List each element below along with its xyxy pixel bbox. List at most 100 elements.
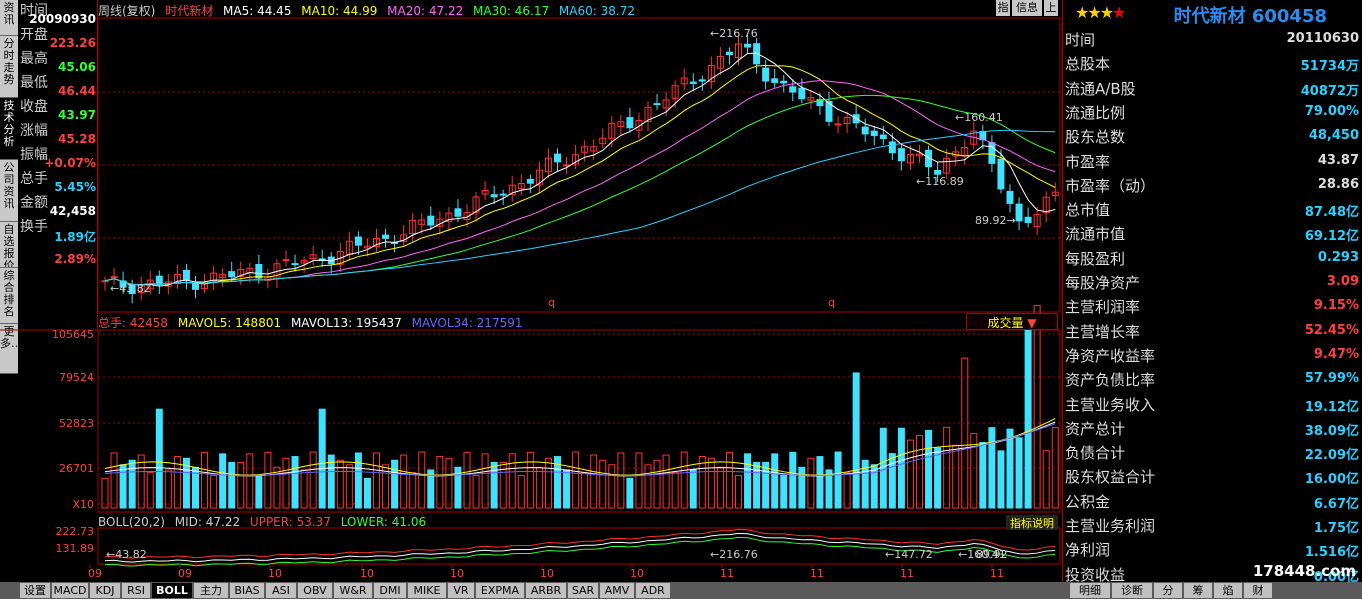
candle-body — [291, 263, 299, 266]
mavol5-line — [104, 418, 1056, 476]
volume-bar — [789, 451, 797, 509]
fund-row: 流通A/B股 40872万 — [1063, 75, 1361, 99]
mavol13-label: MAVOL13: 195437 — [290, 316, 402, 330]
volume-bar — [264, 451, 272, 509]
kline-chart[interactable]: 105645 79524 52823 26701 X10 222.73 131.89 ←216… — [0, 0, 1062, 582]
up-button[interactable]: 上 — [1044, 0, 1058, 16]
volume-bar — [300, 469, 308, 509]
volume-bar — [879, 427, 887, 509]
volume-bar — [1015, 437, 1023, 509]
indicator-tab-boll[interactable]: BOLL — [152, 583, 192, 598]
indicator-tab-[interactable]: 设置 — [20, 583, 50, 598]
candle-body — [698, 79, 706, 82]
volume-bar — [210, 475, 218, 509]
panel-tab-3[interactable]: 筹 — [1184, 583, 1212, 598]
fund-value: 0.293 — [1317, 249, 1359, 265]
fund-row: 资产负债比率 57.99% — [1063, 366, 1361, 390]
candle-body — [382, 234, 390, 239]
volume-bar — [463, 451, 471, 509]
volume-bar — [816, 456, 824, 509]
ma20-line — [104, 80, 1056, 286]
indicator-help-button[interactable]: 指标说明 — [1006, 515, 1058, 530]
volume-bar — [544, 457, 552, 509]
panel-tab-2[interactable]: 分 — [1154, 583, 1182, 598]
fund-row: 公积金 6.67亿 — [1063, 488, 1361, 512]
indicator-tab-dmi[interactable]: DMI — [374, 583, 406, 598]
indicator-select[interactable]: 成交量 ▼ — [966, 313, 1058, 330]
boll-annotation: 89.92 — [976, 548, 1008, 561]
indicator-tab-asi[interactable]: ASI — [266, 583, 296, 598]
panel-tab-4[interactable]: 焰 — [1214, 583, 1242, 598]
indicator-tab-adr[interactable]: ADR — [636, 583, 670, 598]
fund-value: 52.45% — [1304, 322, 1359, 338]
volume-bar — [409, 472, 417, 509]
index-button[interactable]: 指 — [996, 0, 1010, 16]
volume-bar — [472, 475, 480, 509]
indicator-tab-wr[interactable]: W&R — [334, 583, 372, 598]
volume-bar — [807, 457, 815, 509]
candle-body — [1006, 190, 1014, 204]
fund-row: 净利润 1.516亿 — [1063, 536, 1361, 560]
mavol5-label: MAVOL5: 148801 — [177, 316, 282, 330]
annotation-160: ←160.41 — [955, 111, 1003, 124]
candle-body — [182, 269, 190, 281]
indicator-tab-rsi[interactable]: RSI — [122, 583, 150, 598]
indicator-tab-obv[interactable]: OBV — [298, 583, 332, 598]
volume-bar — [1042, 450, 1050, 509]
candle-body — [526, 178, 534, 184]
indicator-tab-expma[interactable]: EXPMA — [476, 583, 524, 598]
candle-body — [490, 194, 498, 198]
indicator-tab-kdj[interactable]: KDJ — [90, 583, 120, 598]
fund-row: 股东权益合计 16.00亿 — [1063, 463, 1361, 487]
ma10-line — [104, 64, 1056, 286]
info-button[interactable]: 信息 — [1012, 0, 1042, 16]
volume-bar — [219, 453, 227, 509]
panel-tab-1[interactable]: 诊断 — [1112, 583, 1152, 598]
fund-label: 主营业务收入 — [1065, 395, 1156, 414]
fund-label: 主营利润率 — [1065, 298, 1141, 317]
fund-label: 市盈率（动） — [1065, 176, 1156, 195]
fund-label: 主营业务利润 — [1065, 517, 1156, 535]
vol-tick-label: 52823 — [59, 417, 94, 430]
x-tick-label: 11 — [900, 567, 914, 580]
volume-bar — [418, 451, 426, 509]
candle-body — [192, 282, 199, 290]
volume-bar — [961, 357, 969, 509]
fundamentals-panel: ★★★★ 时代新材 600458 时间 20110630 总股本 51734万 流通A/… — [1062, 0, 1362, 585]
panel-tab-5[interactable]: 财 — [1244, 583, 1272, 598]
mavol34-line — [104, 423, 1056, 476]
candle-body — [879, 134, 887, 140]
ma60-label: MA60: 38.72 — [558, 4, 635, 18]
volume-bar — [988, 427, 996, 509]
volume-bar — [517, 474, 525, 509]
vol-tick-label: 105645 — [52, 328, 94, 341]
volume-bar — [979, 442, 987, 509]
fund-value: 51734万 — [1300, 59, 1359, 75]
indicator-tab-macd[interactable]: MACD — [52, 583, 88, 598]
volume-bar — [780, 474, 788, 509]
boll-annotation: ←43.82 — [106, 548, 147, 561]
indicator-tab-sar[interactable]: SAR — [568, 583, 598, 598]
indicator-tab-arbr[interactable]: ARBR — [526, 583, 566, 598]
x-tick-label: 10 — [540, 567, 554, 580]
volume-bar — [363, 477, 371, 509]
candle-body — [762, 67, 770, 82]
indicator-tab-[interactable]: 主力 — [194, 583, 228, 598]
indicator-tab-amv[interactable]: AMV — [600, 583, 634, 598]
volume-bar — [635, 452, 643, 509]
volume-bar — [716, 466, 724, 509]
candle-body — [454, 208, 462, 217]
indicator-tab-bias[interactable]: BIAS — [230, 583, 264, 598]
candle-body — [897, 148, 905, 162]
indicator-tab-vr[interactable]: VR — [448, 583, 474, 598]
fund-row: 总股本 51734万 — [1063, 50, 1361, 74]
panel-tab-0[interactable]: 明细 — [1070, 583, 1110, 598]
fund-value: 3.09 — [1326, 274, 1359, 289]
volume-bar — [255, 474, 263, 509]
candle-body — [780, 80, 788, 84]
indicator-tab-mike[interactable]: MIKE — [408, 583, 446, 598]
low-annotation: ←43.82 — [110, 282, 151, 295]
fund-label: 总市值 — [1065, 201, 1111, 220]
fund-row: 主营业务利润 1.75亿 — [1063, 512, 1361, 536]
volume-bar — [1024, 318, 1032, 509]
